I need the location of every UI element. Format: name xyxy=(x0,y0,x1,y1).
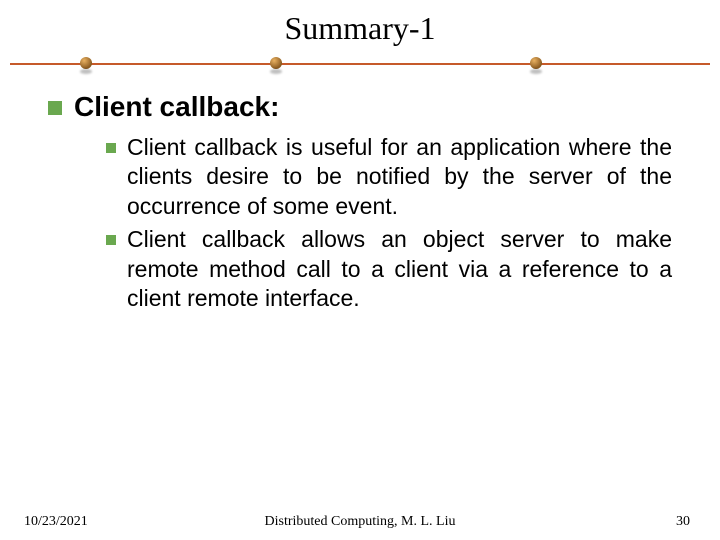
footer-page-number: 30 xyxy=(676,514,690,530)
square-bullet-icon xyxy=(106,143,116,153)
square-bullet-icon xyxy=(106,235,116,245)
rule-line xyxy=(10,63,710,65)
slide-title: Summary-1 xyxy=(0,10,720,47)
footer-title: Distributed Computing, M. L. Liu xyxy=(265,514,456,530)
title-area: Summary-1 xyxy=(0,0,720,47)
list-item: Client callback is useful for an applica… xyxy=(106,133,672,221)
rule-dot-shadow xyxy=(80,69,92,74)
content-area: Client callback: Client callback is usef… xyxy=(0,73,720,314)
bullet-text: Client callback is useful for an applica… xyxy=(127,133,672,221)
sublist: Client callback is useful for an applica… xyxy=(48,133,672,314)
footer: 10/23/2021 Distributed Computing, M. L. … xyxy=(0,514,720,530)
title-rule xyxy=(0,55,720,73)
rule-dot xyxy=(270,57,282,69)
rule-dot xyxy=(80,57,92,69)
footer-date: 10/23/2021 xyxy=(24,514,88,530)
list-item: Client callback: xyxy=(48,91,672,123)
rule-dot xyxy=(530,57,542,69)
square-bullet-icon xyxy=(48,101,62,115)
rule-dot-shadow xyxy=(270,69,282,74)
rule-dot-shadow xyxy=(530,69,542,74)
list-item: Client callback allows an object server … xyxy=(106,225,672,313)
heading-text: Client callback: xyxy=(74,91,279,123)
bullet-text: Client callback allows an object server … xyxy=(127,225,672,313)
